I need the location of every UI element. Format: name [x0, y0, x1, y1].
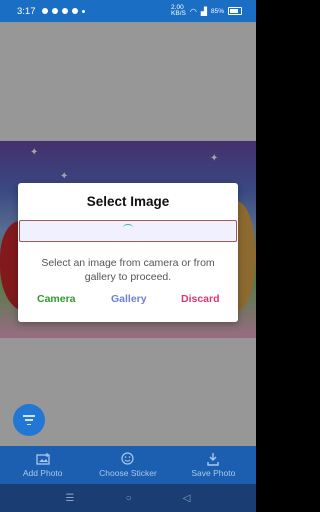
discard-button[interactable]: Discard [181, 293, 220, 305]
facebook-icon [41, 8, 48, 14]
back-icon[interactable]: ◁ [183, 493, 191, 504]
status-time: 3:17 [17, 5, 36, 17]
signal-icon: ▟ [200, 6, 207, 16]
dialog-message: Select an image from camera or from gall… [41, 257, 215, 283]
choose-sticker-label: Choose Sticker [99, 467, 157, 478]
app-notification-icon [61, 8, 68, 14]
add-photo-button[interactable]: Add Photo [0, 446, 85, 484]
facebook-messenger-icon [51, 8, 58, 14]
add-photo-icon [36, 452, 50, 465]
notification-icons [41, 8, 85, 14]
home-icon[interactable]: ○ [126, 493, 132, 504]
status-right: 2.00 KB/S ◠ ▟ 85% [171, 0, 242, 22]
more-notifications-icon [81, 9, 85, 13]
sticker-icon [121, 452, 135, 465]
network-speed: 2.00 KB/S [171, 4, 186, 17]
image-preview-box [19, 220, 237, 242]
battery-percent: 85% [210, 7, 224, 15]
bottom-toolbar: Add Photo Choose Sticker Save Photo [0, 446, 256, 484]
filter-button[interactable] [13, 404, 45, 436]
wifi-icon: ◠ [189, 6, 197, 16]
filter-icon [23, 415, 35, 425]
battery-icon [228, 7, 242, 15]
notification-icon [71, 8, 78, 14]
loading-spinner-icon [123, 224, 133, 231]
gallery-button[interactable]: Gallery [111, 293, 147, 305]
camera-button[interactable]: Camera [37, 293, 76, 305]
status-bar: 3:17 2.00 KB/S ◠ ▟ 85% [0, 0, 256, 22]
dialog-title: Select Image [86, 194, 170, 209]
add-photo-label: Add Photo [22, 467, 63, 478]
download-icon [206, 452, 220, 466]
choose-sticker-button[interactable]: Choose Sticker [85, 446, 170, 484]
save-photo-label: Save Photo [191, 467, 236, 478]
system-nav-bar: ☰ ○ ◁ [0, 484, 256, 512]
save-photo-button[interactable]: Save Photo [171, 446, 256, 484]
menu-icon[interactable]: ☰ [66, 493, 75, 504]
select-image-dialog: Select Image Select an image from camera… [18, 183, 238, 322]
